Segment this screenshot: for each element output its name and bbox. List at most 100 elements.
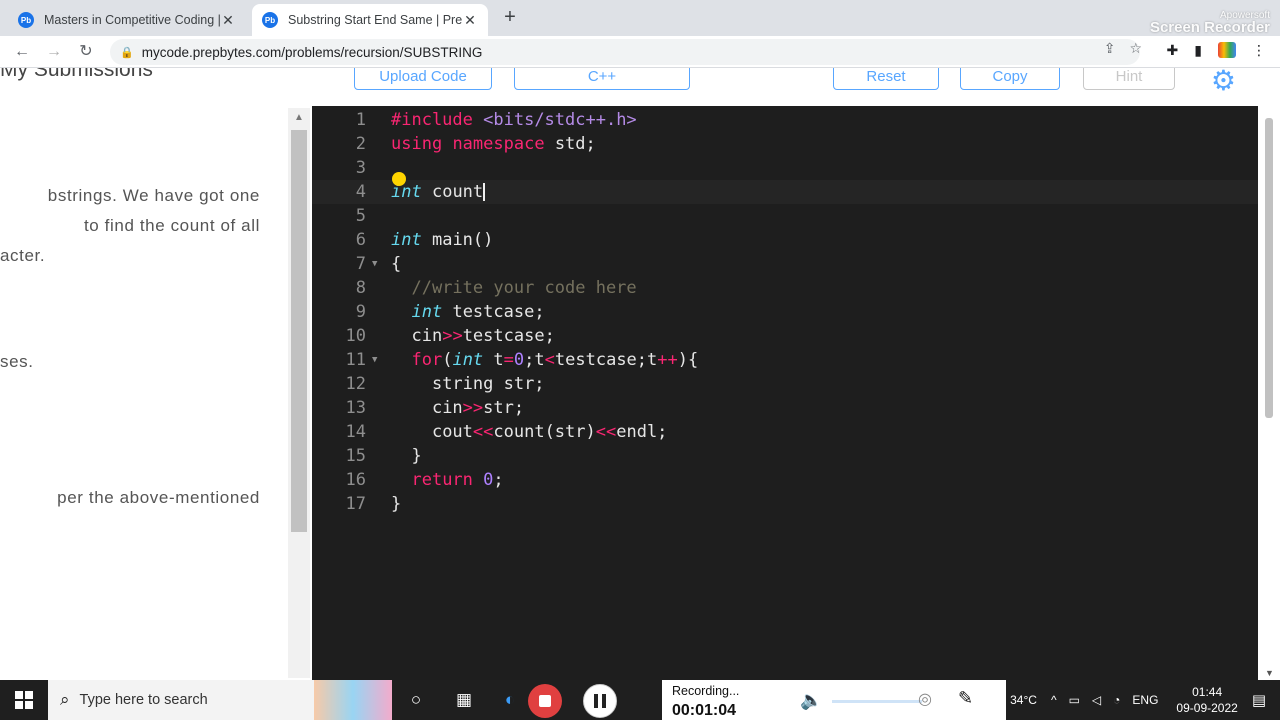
back-arrow-icon[interactable]: ← (10, 40, 34, 64)
tab-substring-start-end-same[interactable]: Pb Substring Start End Same | PrepB ✕ (252, 4, 488, 36)
battery-icon[interactable]: ▭ (1069, 693, 1080, 707)
speaker-icon[interactable]: 🔈 (800, 690, 822, 711)
omnibox-actions: ⇪ ☆ (1104, 40, 1142, 57)
browser-menu-icon[interactable]: ⋮ (1252, 42, 1266, 59)
extensions-puzzle-icon[interactable]: ✚ (1167, 42, 1179, 59)
extension-colorful-icon[interactable] (1218, 42, 1236, 58)
scroll-down-arrow-icon[interactable]: ▼ (1265, 668, 1274, 678)
copy-button[interactable]: Copy (960, 68, 1060, 90)
code-text: cin>>testcase; (411, 326, 555, 346)
code-line[interactable]: 11 ▼ for(int t=0;t<testcase;t++){ (312, 348, 1258, 372)
code-line[interactable]: 17 } (312, 492, 1258, 516)
side-panel-icon[interactable]: ▮ (1194, 42, 1202, 59)
line-number: 6 (355, 230, 366, 250)
code-line[interactable]: 5 (312, 204, 1258, 228)
code-line[interactable]: 9 int testcase; (312, 300, 1258, 324)
volume-slider[interactable] (832, 700, 922, 703)
code-line[interactable]: 8 //write your code here (312, 276, 1258, 300)
code-line[interactable]: 6 int main() (312, 228, 1258, 252)
stop-recording-button[interactable] (528, 684, 562, 718)
tab-masters-competitive-coding[interactable]: Pb Masters in Competitive Coding | ✕ (8, 4, 246, 36)
notifications-icon[interactable]: ▤ (1252, 691, 1266, 709)
tab-title: Masters in Competitive Coding | (44, 13, 220, 27)
prepbytes-favicon-icon: Pb (18, 12, 34, 28)
line-number: 11 (345, 350, 366, 370)
text-cursor (483, 183, 486, 201)
forward-arrow-icon[interactable]: → (42, 40, 66, 64)
line-number: 13 (345, 398, 366, 418)
my-submissions-heading[interactable]: My Submissions (0, 68, 153, 82)
code-line[interactable]: 16 return 0; (312, 468, 1258, 492)
cortana-icon[interactable]: ○ (402, 690, 430, 710)
hint-button[interactable]: Hint (1083, 68, 1175, 90)
code-text: for(int t=0;t<testcase;t++){ (411, 350, 699, 370)
code-editor[interactable]: 1 #include <bits/stdc++.h> 2 using names… (312, 106, 1258, 680)
reload-icon[interactable]: ↻ (74, 40, 98, 64)
code-text: cout<<count(str)<<endl; (431, 422, 668, 442)
close-icon[interactable]: ✕ (220, 12, 236, 29)
line-number: 7 (355, 254, 366, 274)
clock[interactable]: 01:44 09-09-2022 (1176, 684, 1237, 716)
chevron-up-icon[interactable]: ^ (1051, 693, 1057, 707)
code-text: string str; (431, 374, 545, 394)
line-number: 2 (355, 134, 366, 154)
pause-recording-button[interactable] (583, 684, 617, 718)
line-number: 17 (345, 494, 366, 514)
problem-description-pane: My Submissions bstrings. We have got one… (0, 68, 312, 680)
line-number: 9 (355, 302, 366, 322)
webcam-icon[interactable]: ◎ (918, 689, 932, 709)
editor-toolbar: Upload Code C++ Reset Copy Hint ⚙ (312, 68, 1280, 106)
share-icon[interactable]: ⇪ (1104, 40, 1116, 57)
scroll-up-arrow-icon[interactable]: ▲ (294, 112, 304, 123)
code-line-active[interactable]: 4 int count (312, 180, 1258, 204)
code-line[interactable]: 13 cin>>str; (312, 396, 1258, 420)
code-line[interactable]: 12 string str; (312, 372, 1258, 396)
code-line[interactable]: 10 cin>>testcase; (312, 324, 1258, 348)
pen-icon[interactable]: ✎ (958, 688, 973, 709)
code-line[interactable]: 7 ▼ { (312, 252, 1258, 276)
line-number: 4 (355, 182, 366, 202)
prepbytes-favicon-icon: Pb (262, 12, 278, 28)
network-icon[interactable]: ◔ (1113, 693, 1120, 707)
language-select[interactable]: C++ (514, 68, 690, 90)
volume-icon[interactable]: ◁ (1092, 693, 1101, 707)
code-line[interactable]: 15 } (312, 444, 1258, 468)
reset-button[interactable]: Reset (833, 68, 939, 90)
scrollbar-thumb[interactable] (291, 130, 307, 532)
close-icon[interactable]: ✕ (462, 12, 478, 29)
gear-icon[interactable]: ⚙ (1211, 68, 1236, 97)
input-language[interactable]: ENG (1132, 693, 1158, 707)
bookmark-star-icon[interactable]: ☆ (1129, 40, 1142, 57)
problem-text-line: bstrings. We have got one (47, 186, 260, 205)
fold-arrow-icon[interactable]: ▼ (372, 348, 377, 372)
editor-scrollbar[interactable]: ▼ (1258, 106, 1280, 680)
code-line[interactable]: 1 #include <bits/stdc++.h> (312, 108, 1258, 132)
url-text: mycode.prepbytes.com/problems/recursion/… (141, 44, 483, 60)
new-tab-button[interactable]: + (498, 6, 522, 30)
fold-arrow-icon[interactable]: ▼ (372, 252, 377, 276)
scrollbar-thumb[interactable] (1265, 118, 1273, 418)
code-line[interactable]: 14 cout<<count(str)<<endl; (312, 420, 1258, 444)
pause-icon (594, 694, 598, 708)
line-number: 1 (355, 110, 366, 130)
line-number: 16 (345, 470, 366, 490)
system-tray: 34°C ^ ▭ ◁ ◔ ENG 01:44 09-09-2022 ▤ (1010, 680, 1280, 720)
windows-taskbar: ⌕ Type here to search ○ ▦ ◐ Recording...… (0, 680, 1280, 720)
code-line[interactable]: 2 using namespace std; (312, 132, 1258, 156)
code-text: #include <bits/stdc++.h> (391, 110, 637, 130)
extension-icons: ✚ ▮ ⋮ (1167, 42, 1266, 59)
start-button[interactable] (0, 680, 48, 720)
screen: Pb Masters in Competitive Coding | ✕ Pb … (0, 0, 1280, 720)
problem-scrollbar[interactable]: ▲ (288, 108, 310, 678)
clock-date: 09-09-2022 (1176, 701, 1238, 715)
problem-text-line: ses. (0, 352, 34, 371)
problem-text-line: to find the count of all (83, 216, 260, 235)
task-view-icon[interactable]: ▦ (450, 690, 478, 710)
code-text: int count (391, 182, 486, 202)
edge-browser-icon[interactable]: ◐ (496, 690, 524, 710)
address-bar[interactable]: 🔒 mycode.prepbytes.com/problems/recursio… (110, 39, 1140, 65)
code-text: } (411, 446, 422, 466)
stop-icon (539, 695, 551, 707)
upload-code-button[interactable]: Upload Code (354, 68, 492, 90)
code-line[interactable]: 3 (312, 156, 1258, 180)
